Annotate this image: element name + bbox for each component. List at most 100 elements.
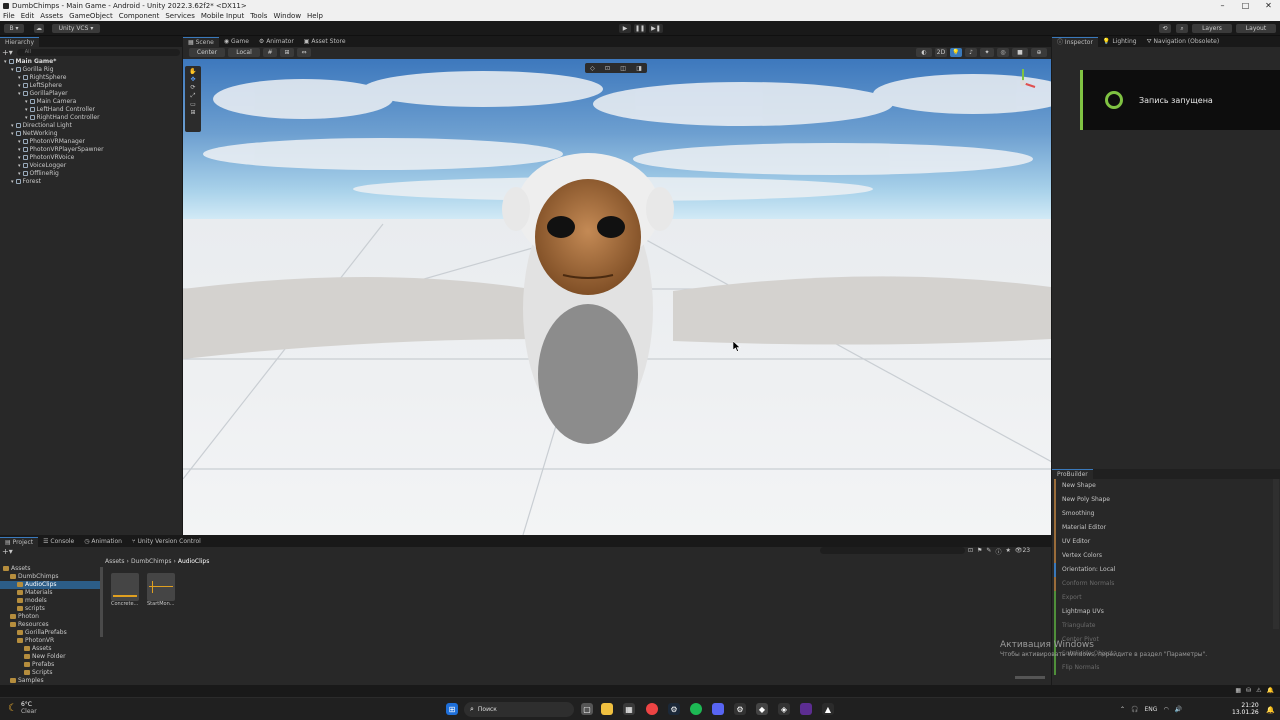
unity-editor-icon[interactable]: ◈ [778,703,790,715]
probuilder-tool-button[interactable]: Conform Normals [1054,577,1272,591]
spotify-icon[interactable] [690,703,702,715]
project-search-input[interactable] [820,547,965,554]
hidden-objects-icon[interactable]: ◎ [997,48,1009,57]
history-icon[interactable]: ⟲ [1159,24,1171,33]
2d-toggle[interactable]: 2D [935,48,947,57]
minimize-button[interactable]: – [1211,0,1234,11]
unity-vcs-button[interactable]: Unity VCS ▾ [52,24,100,33]
layout-dropdown[interactable]: Layout [1236,24,1276,33]
settings-icon[interactable]: ⚙ [734,703,746,715]
probuilder-tool-button[interactable]: Orientation: Local [1054,563,1272,577]
probuilder-tool-button[interactable]: New Poly Shape [1054,493,1272,507]
pivot-space-dropdown[interactable]: Local [228,48,260,57]
probuilder-tool-button[interactable]: UV Editor [1054,535,1272,549]
breadcrumb-audioclips[interactable]: AudioClips [178,558,210,566]
menu-services[interactable]: Services [165,12,195,20]
rotate-tool-icon[interactable]: ⟳ [190,84,195,91]
expand-arrow-icon[interactable]: ▾ [25,107,28,113]
expand-arrow-icon[interactable]: ▾ [18,75,21,81]
move-tool-icon[interactable]: ✥ [190,76,195,83]
notification-icon[interactable]: 🔔 [1267,687,1274,694]
pivot-mode-dropdown[interactable]: Center [189,48,225,57]
probuilder-tool-button[interactable]: Smoothing [1054,507,1272,521]
steam-icon[interactable]: ⚙ [668,703,680,715]
tab-project[interactable]: ▤ Project [0,537,39,547]
thumbnail-size-slider[interactable] [1015,676,1045,679]
expand-arrow-icon[interactable]: ▾ [18,83,21,89]
probuilder-tool-button[interactable]: Lightmap UVs [1054,605,1272,619]
expand-arrow-icon[interactable]: ▾ [11,67,14,73]
snap-settings-icon[interactable]: ⇔ [297,48,311,57]
tab-probuilder[interactable]: ProBuilder [1052,469,1093,479]
info-icon[interactable]: ⓘ [995,547,1001,556]
hierarchy-item[interactable]: ▾ Gorilla Rig [0,66,182,74]
camera-settings-icon[interactable]: ■ [1012,48,1028,57]
hierarchy-item[interactable]: ▾ VoiceLogger [0,162,182,170]
account-button[interactable]: B ▾ [4,24,24,33]
project-folder-item[interactable]: GorillaPrefabs [0,629,100,637]
lang-indicator[interactable]: ENG [1145,706,1158,713]
project-folder-item[interactable]: models [0,597,100,605]
menu-help[interactable]: Help [307,12,323,20]
project-folder-item[interactable]: New Folder [0,653,100,661]
project-folder-item[interactable]: DumbChimps [0,573,100,581]
expand-arrow-icon[interactable]: ▾ [18,163,21,169]
menu-file[interactable]: File [3,12,15,20]
hierarchy-item[interactable]: ▾ RightSphere [0,74,182,82]
probuilder-tool-button[interactable]: New Shape [1054,479,1272,493]
hierarchy-item[interactable]: ▾ OfflineRig [0,170,182,178]
tab-animation[interactable]: ◷ Animation [79,537,127,547]
layers-dropdown[interactable]: Layers [1192,24,1232,33]
vertex-mode-icon[interactable]: ⊡ [605,65,610,72]
create-asset-icon[interactable]: +▾ [2,547,13,556]
visibility-icon[interactable]: 👁23 [1015,547,1030,556]
clock[interactable]: 21:20 13.01.26 [1232,702,1259,716]
hierarchy-item[interactable]: ▾ LeftSphere [0,82,182,90]
hierarchy-item[interactable]: ▾ Forest [0,178,182,186]
expand-arrow-icon[interactable]: ▾ [11,131,14,137]
menu-mobile-input[interactable]: Mobile Input [201,12,244,20]
effects-dropdown-icon[interactable]: ✦ [980,48,994,57]
expand-arrow-icon[interactable]: ▾ [25,99,28,105]
filter-label-icon[interactable]: ⚑ [977,547,982,556]
menu-gameobject[interactable]: GameObject [69,12,113,20]
scene-orientation-gizmo[interactable] [1005,65,1041,95]
audio-toggle-icon[interactable]: ♪ [965,48,977,57]
taskbar-search[interactable]: ⌕ Поиск [464,702,574,717]
probuilder-tool-button[interactable]: Flip Normals [1054,661,1272,675]
expand-arrow-icon[interactable]: ▾ [18,91,21,97]
scale-tool-icon[interactable]: ⤢ [191,92,196,100]
hierarchy-item[interactable]: ▾ NetWorking [0,130,182,138]
increment-snap-icon[interactable]: ⊞ [280,48,294,57]
tab-animator[interactable]: ⚙ Animator [254,37,299,47]
weather-widget[interactable]: ☾ 6°C Clear [8,701,37,715]
menu-assets[interactable]: Assets [40,12,63,20]
tab-scene[interactable]: ▦ Scene [183,37,219,47]
object-mode-icon[interactable]: ◇ [590,65,595,72]
project-folder-item[interactable]: AudioClips [0,581,100,589]
project-folder-item[interactable]: Prefabs [0,661,100,669]
hierarchy-item[interactable]: ▾ RightHand Controller [0,114,182,122]
project-folder-item[interactable]: Assets [0,645,100,653]
expand-arrow-icon[interactable]: ▾ [18,155,21,161]
menu-component[interactable]: Component [119,12,160,20]
project-folder-item[interactable]: scripts [0,605,100,613]
step-button[interactable]: ▶❚ [649,24,663,33]
hierarchy-item[interactable]: ▾ LeftHand Controller [0,106,182,114]
chevron-up-icon[interactable]: ⌃ [1120,706,1125,713]
tab-game[interactable]: ◉ Game [219,37,254,47]
project-folder-item[interactable]: PhotonVR [0,637,100,645]
hierarchy-item[interactable]: ▾ GorillaPlayer [0,90,182,98]
menu-window[interactable]: Window [273,12,301,20]
edge-mode-icon[interactable]: ◫ [620,65,626,72]
play-button[interactable]: ▶ [619,24,631,33]
tab-navigation[interactable]: ⛛ Navigation (Obsolete) [1142,37,1225,47]
store-icon[interactable]: ▦ [623,703,635,715]
start-button[interactable]: ⊞ [446,703,458,715]
pause-button[interactable]: ❚❚ [634,24,646,33]
file-explorer-icon[interactable] [601,703,613,715]
hierarchy-search-input[interactable]: All [16,49,180,56]
volume-icon[interactable]: 🔊 [1175,706,1182,713]
tab-hierarchy[interactable]: Hierarchy [0,37,40,47]
debug-icon[interactable]: ⚠ [1256,687,1261,694]
